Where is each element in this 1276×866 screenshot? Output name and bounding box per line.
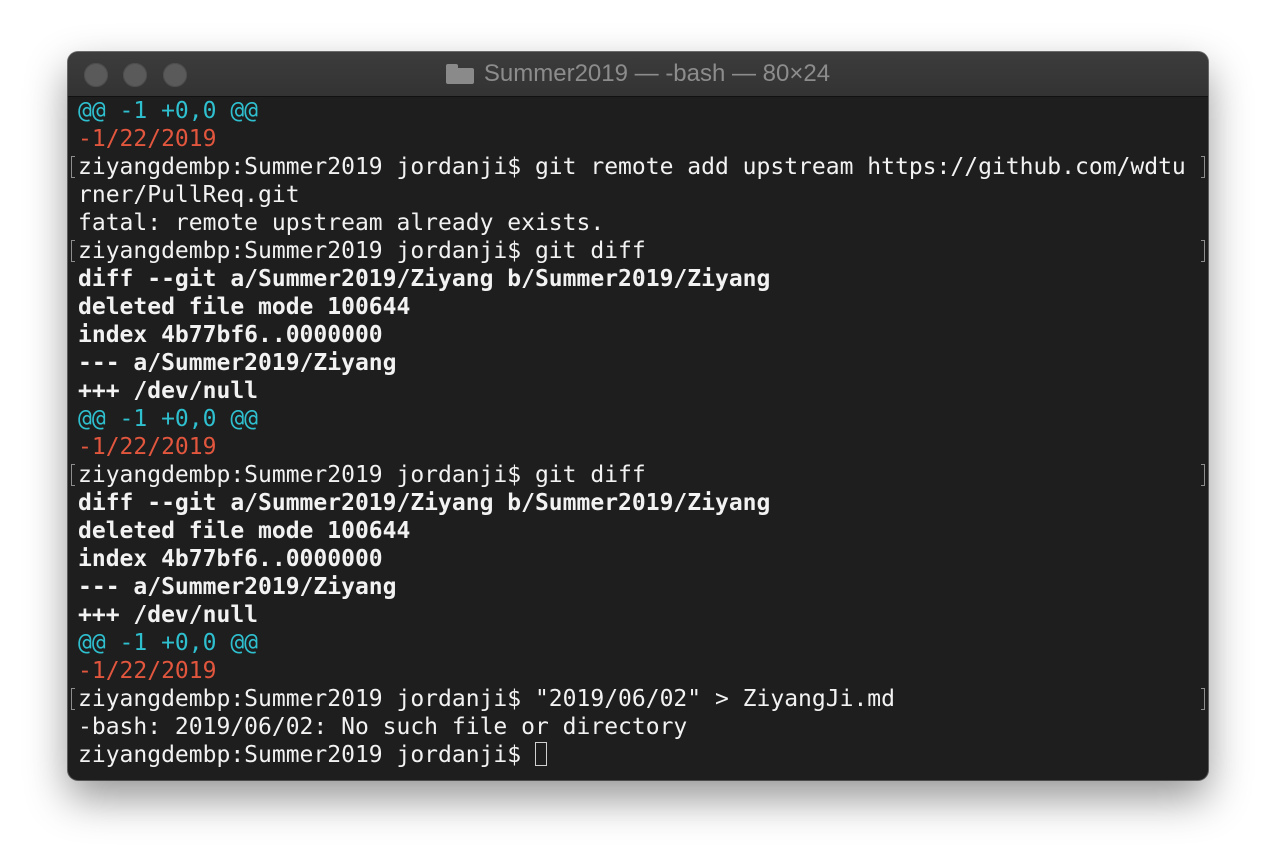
text-cursor — [534, 741, 547, 766]
line-text: ziyangdembp:Summer2019 jordanji$ "2019/0… — [78, 686, 895, 712]
output-line: fatal: remote upstream already exists. — [78, 209, 1208, 237]
line-text: -1/22/2019 — [78, 658, 217, 684]
line-text: deleted file mode 100644 — [78, 294, 411, 320]
folder-icon — [445, 64, 474, 84]
output-line: --- a/Summer2019/Ziyang — [78, 349, 1208, 377]
line-text: +++ /dev/null — [78, 602, 259, 628]
line-text: fatal: remote upstream already exists. — [78, 210, 605, 236]
window-title-area: Summer2019 — -bash — 80×24 — [68, 52, 1208, 96]
prompt-mark-end — [1201, 240, 1205, 262]
prompt-mark-end — [1201, 156, 1205, 178]
prompt-line: ziyangdembp:Summer2019 jordanji$ — [78, 741, 1208, 769]
prompt-mark-start — [71, 464, 75, 486]
line-text: ziyangdembp:Summer2019 jordanji$ — [78, 742, 535, 768]
output-line: deleted file mode 100644 — [78, 293, 1208, 321]
prompt-mark-start — [71, 240, 75, 262]
output-line: @@ -1 +0,0 @@ — [78, 405, 1208, 433]
output-line: rner/PullReq.git — [78, 181, 1208, 209]
line-text: ziyangdembp:Summer2019 jordanji$ git dif… — [78, 238, 646, 264]
output-line: @@ -1 +0,0 @@ — [78, 629, 1208, 657]
title-bar[interactable]: Summer2019 — -bash — 80×24 — [68, 52, 1208, 97]
prompt-line: ziyangdembp:Summer2019 jordanji$ "2019/0… — [71, 685, 1208, 713]
window-title: Summer2019 — -bash — 80×24 — [483, 60, 831, 87]
prompt-mark-end — [1201, 464, 1205, 486]
output-line: diff --git a/Summer2019/Ziyang b/Summer2… — [78, 489, 1208, 517]
output-line: -1/22/2019 — [78, 125, 1208, 153]
output-line: index 4b77bf6..0000000 — [78, 321, 1208, 349]
line-text: @@ -1 +0,0 @@ — [78, 98, 259, 124]
line-text: index 4b77bf6..0000000 — [78, 546, 383, 572]
line-text: +++ /dev/null — [78, 378, 259, 404]
prompt-mark-start — [71, 156, 75, 178]
line-text: --- a/Summer2019/Ziyang — [78, 350, 397, 376]
output-line: index 4b77bf6..0000000 — [78, 545, 1208, 573]
line-text: --- a/Summer2019/Ziyang — [78, 574, 397, 600]
line-text: rner/PullReq.git — [78, 182, 300, 208]
output-line: -1/22/2019 — [78, 433, 1208, 461]
prompt-line: ziyangdembp:Summer2019 jordanji$ git dif… — [71, 461, 1208, 489]
line-text: deleted file mode 100644 — [78, 518, 411, 544]
output-line: +++ /dev/null — [78, 377, 1208, 405]
output-line: +++ /dev/null — [78, 601, 1208, 629]
line-text: diff --git a/Summer2019/Ziyang b/Summer2… — [78, 266, 771, 292]
output-line: @@ -1 +0,0 @@ — [78, 97, 1208, 125]
terminal-output[interactable]: @@ -1 +0,0 @@ -1/22/2019 ziyangdembp:Summe… — [68, 97, 1208, 780]
line-text: ziyangdembp:Summer2019 jordanji$ git rem… — [78, 154, 1186, 180]
prompt-line: ziyangdembp:Summer2019 jordanji$ git rem… — [71, 153, 1208, 181]
output-line: diff --git a/Summer2019/Ziyang b/Summer2… — [78, 265, 1208, 293]
line-text: @@ -1 +0,0 @@ — [78, 406, 259, 432]
line-text: -1/22/2019 — [78, 434, 217, 460]
output-line: -bash: 2019/06/02: No such file or direc… — [78, 713, 1208, 741]
prompt-mark-end — [1201, 688, 1205, 710]
line-text: -1/22/2019 — [78, 126, 217, 152]
prompt-line: ziyangdembp:Summer2019 jordanji$ git dif… — [71, 237, 1208, 265]
line-text: @@ -1 +0,0 @@ — [78, 630, 259, 656]
prompt-mark-start — [71, 688, 75, 710]
terminal-window: Summer2019 — -bash — 80×24 @@ -1 +0,0 @@… — [68, 52, 1208, 780]
line-text: -bash: 2019/06/02: No such file or direc… — [78, 714, 688, 740]
line-text: ziyangdembp:Summer2019 jordanji$ git dif… — [78, 462, 646, 488]
line-text: index 4b77bf6..0000000 — [78, 322, 383, 348]
output-line: -1/22/2019 — [78, 657, 1208, 685]
output-line: --- a/Summer2019/Ziyang — [78, 573, 1208, 601]
line-text: diff --git a/Summer2019/Ziyang b/Summer2… — [78, 490, 771, 516]
output-line: deleted file mode 100644 — [78, 517, 1208, 545]
